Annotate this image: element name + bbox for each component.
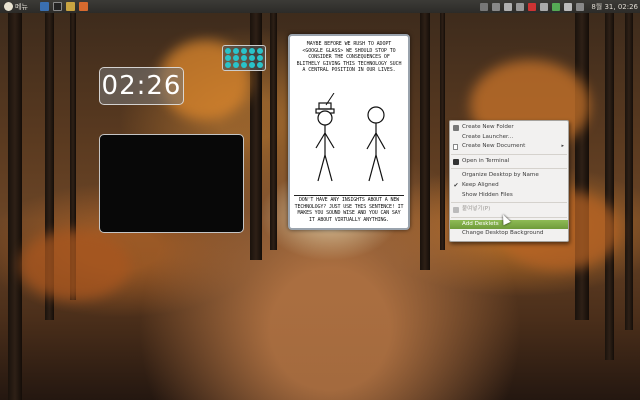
comic-bottom-text: DON'T HAVE ANY INSIGHTS ABOUT A NEW TECH… [294,195,404,223]
dot [256,48,263,54]
comic-drawing [315,93,386,182]
files-icon[interactable] [65,2,75,11]
dot [240,48,247,54]
dot [233,62,240,68]
menu-item-label: Change Desktop Background [462,230,544,237]
tree-trunk [270,0,277,250]
volume-icon[interactable] [504,2,513,11]
menu-item-label: Create New Folder [462,124,514,130]
dot [248,55,255,61]
shield-icon[interactable] [552,2,561,11]
check-icon: ✔ [453,181,459,189]
xkcd-comic-desklet[interactable]: MAYBE BEFORE WE RUSH TO ADOPT <GOOGLE GL… [288,34,410,230]
dot [233,55,240,61]
top-panel: 메뉴 8월 31, 02:26 [0,0,640,13]
panel-right: 8월 31, 02:26 [480,0,638,13]
menu-item-label: Show Hidden Files [462,191,513,198]
tree-trunk [250,0,262,260]
leg [368,154,377,182]
clock-time: 02:26 [101,71,182,101]
arm [324,132,335,149]
head [367,106,385,124]
menu-separator [451,153,567,155]
paste-icon [453,207,459,214]
tray-icon[interactable] [576,2,585,11]
document-icon [453,144,458,151]
menu-item-label: Create New Document [462,143,526,150]
head [317,110,333,126]
menu-item-show-hidden-files[interactable]: Show Hidden Files [450,191,568,201]
folder-icon [453,125,459,131]
arm [375,132,386,150]
menu-item-label: Create Launcher... [462,133,514,140]
menu-item-create-launcher[interactable]: Create Launcher... [450,133,568,143]
comic-top-text: MAYBE BEFORE WE RUSH TO ADOPT <GOOGLE GL… [296,41,402,73]
dot [225,48,232,54]
menu-separator [451,168,567,170]
dot [256,55,263,61]
leg [317,154,326,182]
menu-separator [451,202,567,204]
panel-left: 메뉴 [0,0,88,13]
tree-trunk [420,0,430,270]
menu-label[interactable]: 메뉴 [15,2,28,12]
dot [233,48,240,54]
hat-top [318,102,332,110]
network-icon[interactable] [516,2,525,11]
menu-item-label: Keep Aligned [462,181,499,188]
terminal-icon[interactable] [52,2,62,11]
dot [225,55,232,61]
desktop-context-menu: Create New Folder Create Launcher... Cre… [449,120,569,242]
menu-item-organize-desktop[interactable]: Organize Desktop by Name [450,171,568,181]
dot [248,48,255,54]
dots-desklet[interactable] [222,45,266,71]
terminal-icon [453,158,459,165]
tree-trunk [625,0,633,330]
menu-item-keep-aligned[interactable]: ✔ Keep Aligned [450,181,568,191]
desktop-icon[interactable] [39,2,49,11]
leg [324,154,333,182]
tray-icon[interactable] [540,2,549,11]
arm [315,132,326,149]
submenu-arrow-icon: ▸ [561,143,564,150]
tree-trunk [8,0,22,400]
updates-icon[interactable] [528,2,537,11]
arm [366,132,377,150]
menu-item-label: Open in Terminal [462,157,510,164]
tray-icon[interactable] [492,2,501,11]
firefox-icon[interactable] [78,2,88,11]
menu-item-paste[interactable]: 붙여넣기(P) [450,205,568,215]
dot [256,62,263,68]
menu-item-label: Organize Desktop by Name [462,172,539,179]
menu-item-change-desktop-background[interactable]: Change Desktop Background [450,229,568,239]
tray-icon[interactable] [480,2,489,11]
leg [375,154,384,182]
clock-desklet[interactable]: 02:26 [99,67,184,105]
menu-item-label: 붙여넣기(P) [462,206,491,213]
menu-item-create-new-folder[interactable]: Create New Folder [450,123,568,133]
dot [248,62,255,68]
tree-trunk [575,0,589,320]
menu-item-open-in-terminal[interactable]: Open in Terminal [450,157,568,167]
menu-icon[interactable] [4,2,13,11]
tree-trunk [605,0,614,360]
panel-clock[interactable]: 8월 31, 02:26 [591,2,638,12]
menu-item-create-new-document[interactable]: Create New Document ▸ [450,142,568,152]
photo-frame-desklet[interactable] [99,134,244,233]
battery-icon[interactable] [564,2,573,11]
dot [240,62,247,68]
foliage [20,230,130,300]
dot [240,55,247,61]
tree-trunk [440,0,445,250]
dot [225,62,232,68]
menu-item-label: Add Desklets [462,220,499,227]
